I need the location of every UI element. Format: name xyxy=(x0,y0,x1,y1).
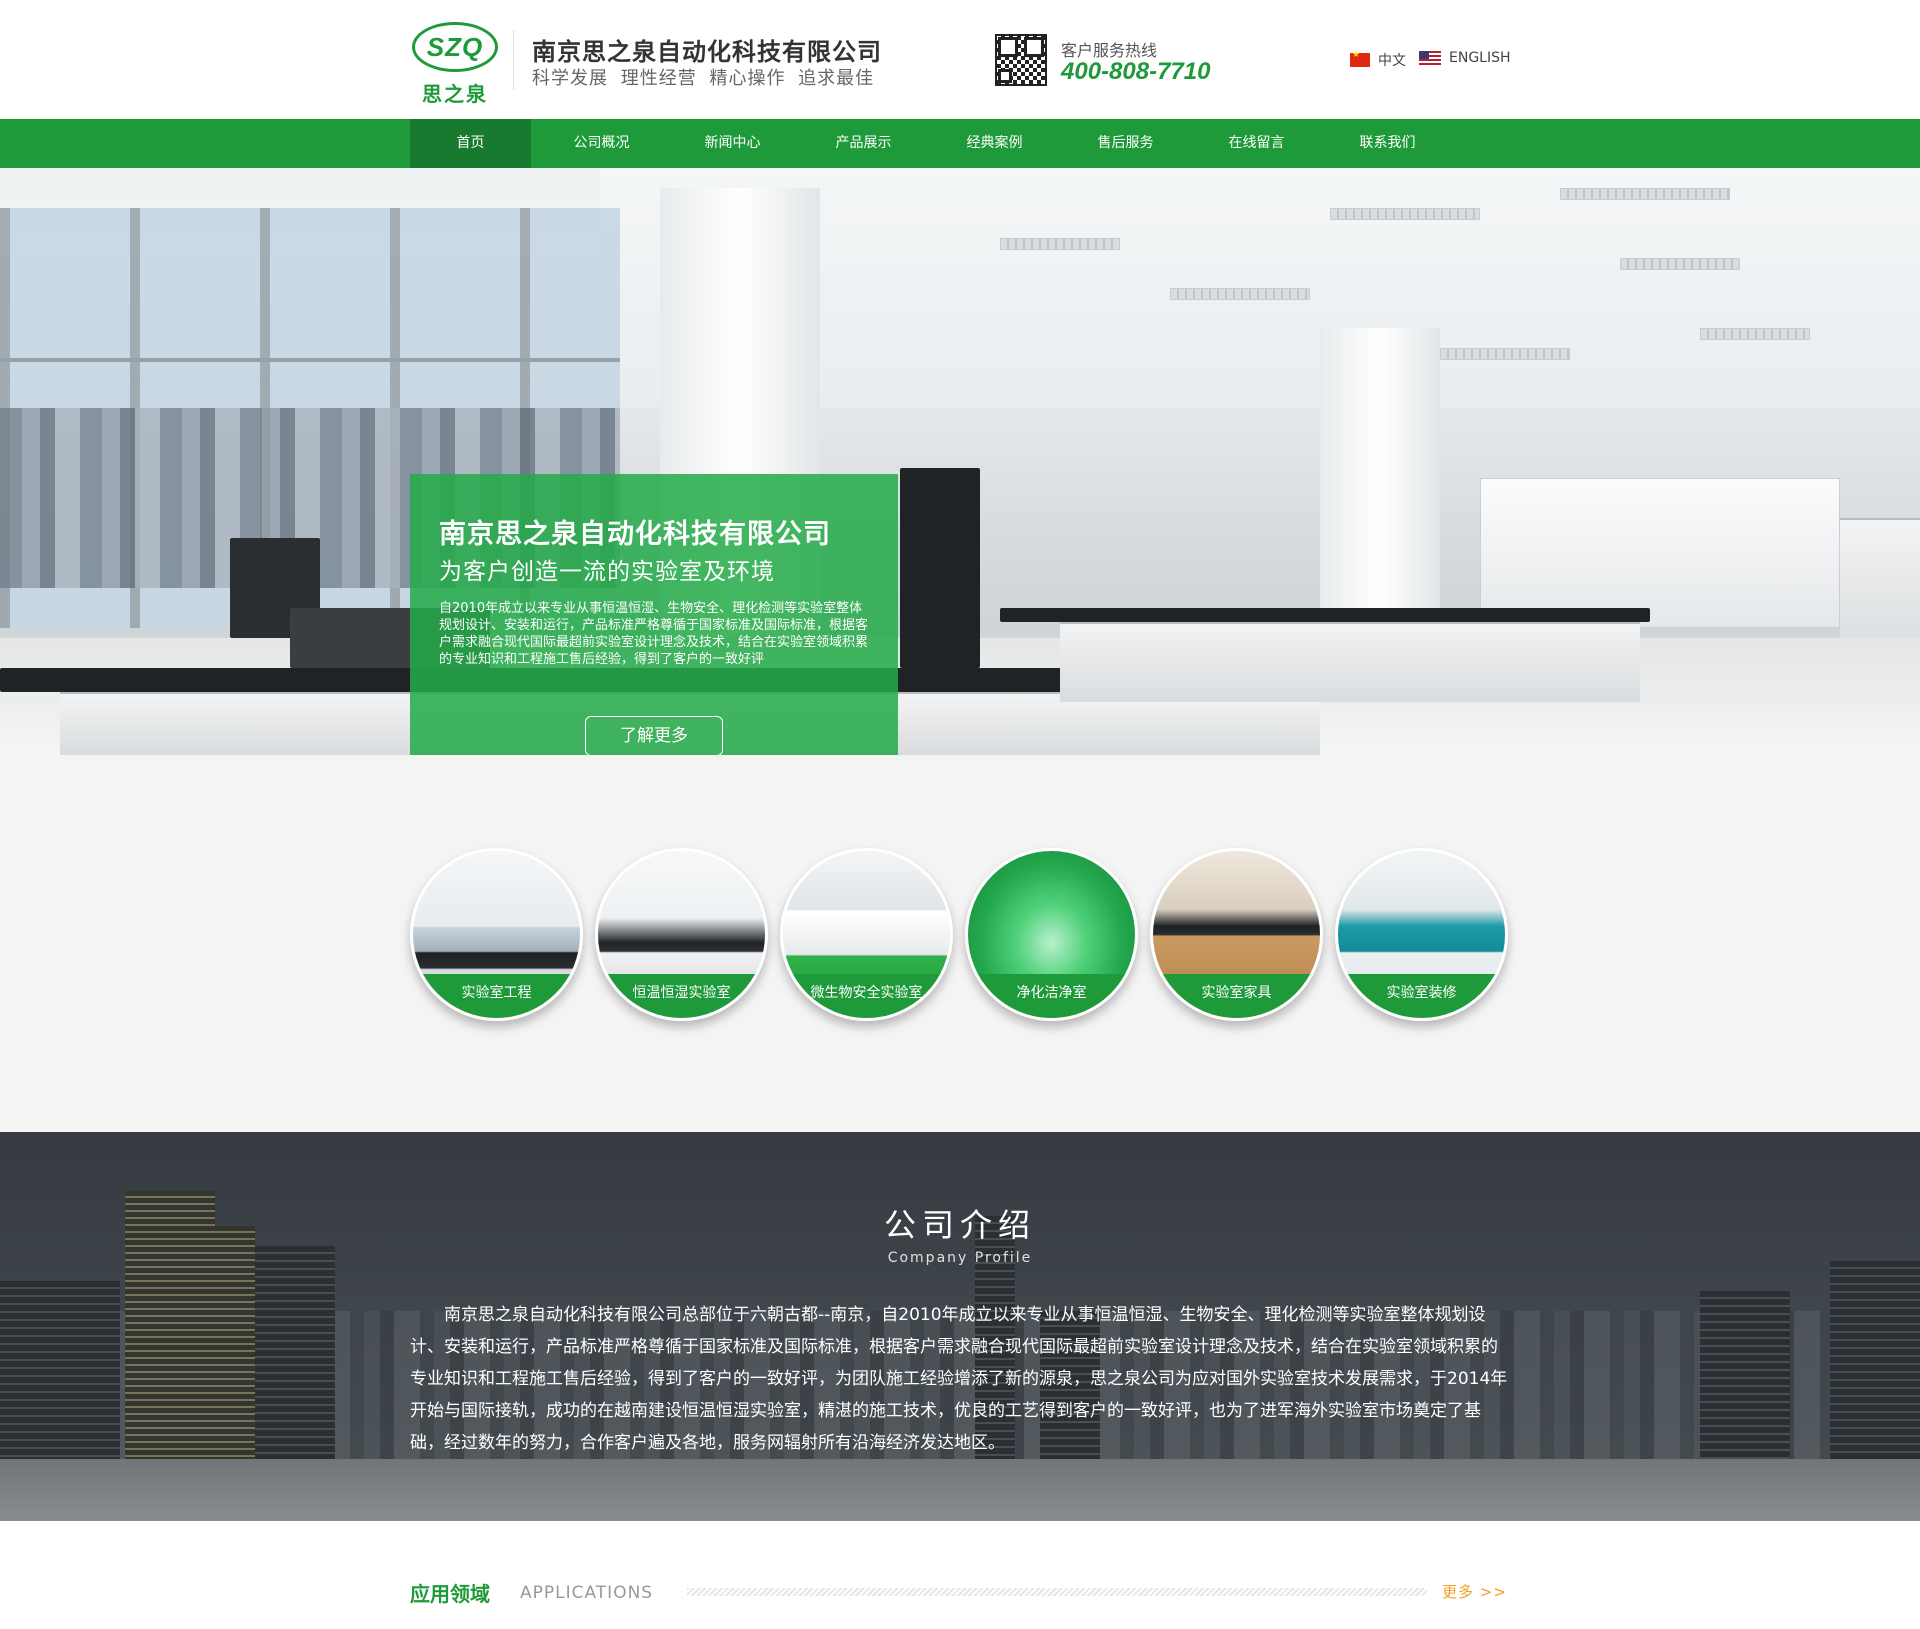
category-constant-temp-humidity[interactable]: 恒温恒湿实验室 xyxy=(595,848,768,1021)
ceiling-light xyxy=(1560,188,1730,200)
pegboard-rack xyxy=(900,468,980,668)
logo-oval: SZQ xyxy=(412,22,498,72)
profile-title: 公司介绍 xyxy=(883,1206,1036,1244)
site-header: SZQ 思之泉 南京思之泉自动化科技有限公司 科学发展 理性经营 精心操作 追求… xyxy=(0,0,1920,119)
applications-section: 应用领域 APPLICATIONS 更多 >> xyxy=(0,1521,1920,1629)
logo-text: SZQ xyxy=(426,32,484,62)
company-logo[interactable]: SZQ 思之泉 xyxy=(408,18,502,106)
applications-more-link[interactable]: 更多 >> xyxy=(1442,1581,1507,1602)
storage-cabinet xyxy=(1840,518,1920,658)
ceiling-light xyxy=(1440,348,1570,360)
category-microbial-safety[interactable]: 微生物安全实验室 xyxy=(780,848,953,1021)
lab-bench-top-back xyxy=(1000,608,1650,622)
category-lab-decoration[interactable]: 实验室装修 xyxy=(1335,848,1508,1021)
category-lab-engineering[interactable]: 实验室工程 xyxy=(410,848,583,1021)
language-chinese-label: 中文 xyxy=(1378,53,1406,69)
china-flag-icon xyxy=(1350,50,1370,67)
category-label: 实验室装修 xyxy=(1338,974,1505,1018)
language-english-label: ENGLISH xyxy=(1449,50,1511,66)
language-chinese-link[interactable]: 中文 xyxy=(1350,50,1406,70)
hero-banner: 南京思之泉自动化科技有限公司 为客户创造一流的实验室及环境 自2010年成立以来… xyxy=(0,168,1920,755)
applications-divider xyxy=(687,1588,1427,1596)
hotline-number: 400-808-7710 xyxy=(1061,58,1211,85)
banner-info-panel: 南京思之泉自动化科技有限公司 为客户创造一流的实验室及环境 自2010年成立以来… xyxy=(410,474,898,755)
category-label: 实验室家具 xyxy=(1153,974,1320,1018)
nav-item-after-sales[interactable]: 售后服务 xyxy=(1065,119,1186,168)
fume-hoods xyxy=(1480,478,1840,628)
qr-code-icon xyxy=(995,34,1047,86)
nav-item-products[interactable]: 产品展示 xyxy=(803,119,924,168)
ceiling-light xyxy=(1170,288,1310,300)
category-label: 微生物安全实验室 xyxy=(783,974,950,1018)
ceiling-light xyxy=(1700,328,1810,340)
category-label: 实验室工程 xyxy=(413,974,580,1018)
category-section: 实验室工程 恒温恒湿实验室 微生物安全实验室 净化洁净室 实验室家具 实验室装修 xyxy=(0,755,1920,1132)
banner-description: 自2010年成立以来专业从事恒温恒湿、生物安全、理化检测等实验室整体规划设计、安… xyxy=(439,601,869,667)
us-flag-icon xyxy=(1419,51,1441,65)
nav-item-home[interactable]: 首页 xyxy=(410,119,531,168)
learn-more-button[interactable]: 了解更多 xyxy=(585,716,723,755)
lab-bench-cabinets-back xyxy=(1060,622,1640,702)
ceiling-light xyxy=(1330,208,1480,220)
company-slogan: 科学发展 理性经营 精心操作 追求最佳 xyxy=(532,68,875,89)
applications-title-en: APPLICATIONS xyxy=(520,1583,654,1603)
nav-item-news[interactable]: 新闻中心 xyxy=(672,119,793,168)
company-profile-section: 公司介绍 Company Profile 南京思之泉自动化科技有限公司总部位于六… xyxy=(0,1132,1920,1521)
profile-subtitle: Company Profile xyxy=(887,1250,1033,1266)
nav-item-message[interactable]: 在线留言 xyxy=(1196,119,1317,168)
banner-subtitle: 为客户创造一流的实验室及环境 xyxy=(439,559,775,585)
company-name: 南京思之泉自动化科技有限公司 xyxy=(532,38,882,66)
nav-item-company-overview[interactable]: 公司概况 xyxy=(541,119,662,168)
ceiling-light xyxy=(1620,258,1740,270)
category-lab-furniture[interactable]: 实验室家具 xyxy=(1150,848,1323,1021)
category-label: 净化洁净室 xyxy=(968,974,1135,1018)
language-english-link[interactable]: ENGLISH xyxy=(1419,50,1511,66)
ceiling-light xyxy=(1000,238,1120,250)
nav-item-cases[interactable]: 经典案例 xyxy=(934,119,1055,168)
category-label: 恒温恒湿实验室 xyxy=(598,974,765,1018)
main-navigation: 首页 公司概况 新闻中心 产品展示 经典案例 售后服务 在线留言 联系我们 xyxy=(0,119,1920,168)
logo-divider xyxy=(513,30,514,90)
logo-chinese-name: 思之泉 xyxy=(422,82,488,106)
nav-item-contact[interactable]: 联系我们 xyxy=(1327,119,1448,168)
category-clean-room[interactable]: 净化洁净室 xyxy=(965,848,1138,1021)
applications-title: 应用领域 xyxy=(410,1582,490,1606)
banner-pillar xyxy=(1320,328,1440,628)
profile-description: 南京思之泉自动化科技有限公司总部位于六朝古都--南京，自2010年成立以来专业从… xyxy=(410,1305,1508,1453)
banner-title: 南京思之泉自动化科技有限公司 xyxy=(439,519,831,550)
